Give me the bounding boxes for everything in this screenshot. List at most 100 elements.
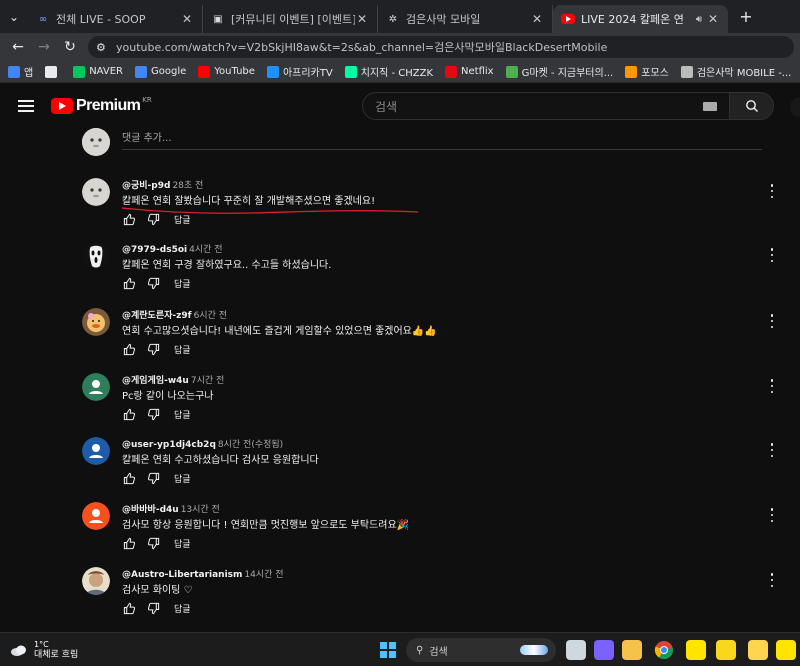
add-comment-row: 댓글 추가...	[82, 128, 782, 158]
like-icon[interactable]	[122, 536, 136, 550]
back-arrow-icon[interactable]: ←	[6, 35, 30, 59]
dislike-icon[interactable]	[146, 276, 160, 290]
reply-button[interactable]: 답글	[174, 343, 191, 356]
dislike-icon[interactable]	[146, 601, 160, 615]
bookmark-afreeca[interactable]: 아프리카TV	[266, 64, 333, 79]
more-options-icon[interactable]	[768, 379, 776, 393]
copilot-icon[interactable]	[594, 640, 614, 660]
reply-button[interactable]: 답글	[174, 213, 191, 226]
youtube-premium-logo[interactable]: Premium KR	[51, 96, 152, 115]
comment-author[interactable]: @궁비-p9d	[122, 181, 170, 191]
more-options-icon[interactable]	[768, 573, 776, 587]
keyboard-icon[interactable]	[703, 101, 717, 111]
site-info-icon[interactable]: ⚙	[96, 41, 110, 54]
tab-search-chevron-icon[interactable]: ⌄	[0, 0, 28, 33]
comment-author[interactable]: @바바바-d4u	[122, 505, 179, 515]
comment-author[interactable]: @계란도른자-z9f	[122, 311, 192, 321]
reply-button[interactable]: 답글	[174, 277, 191, 290]
dislike-icon[interactable]	[146, 471, 160, 485]
weather-temperature: 1°C	[34, 640, 49, 649]
taskbar-search[interactable]: ⚲ 검색	[406, 638, 556, 662]
reload-icon[interactable]: ↻	[58, 35, 82, 59]
like-icon[interactable]	[122, 342, 136, 356]
like-icon[interactable]	[122, 212, 136, 226]
more-options-icon[interactable]	[768, 184, 776, 198]
comment-author[interactable]: @Austro-Libertarianism	[122, 570, 242, 580]
bookmark-grid[interactable]	[45, 65, 61, 78]
comment-author[interactable]: @7979-ds5oi	[122, 245, 187, 255]
windows-start-icon[interactable]	[380, 642, 396, 658]
search-input[interactable]: 검색	[362, 92, 730, 120]
reply-button[interactable]: 답글	[174, 602, 191, 615]
add-comment-input[interactable]: 댓글 추가...	[122, 128, 762, 150]
app-yellow-icon[interactable]	[716, 640, 736, 660]
file-explorer-icon[interactable]	[622, 640, 642, 660]
comment-time[interactable]: 14시간 전	[244, 570, 283, 580]
tab-soop[interactable]: ∞ 전체 LIVE - SOOP ✕	[28, 5, 203, 33]
comment-time[interactable]: 8시간 전(수정됨)	[218, 440, 283, 450]
close-icon[interactable]: ✕	[706, 12, 720, 26]
bookmark-naver[interactable]: NAVER	[73, 65, 123, 78]
more-options-icon[interactable]	[768, 248, 776, 262]
bookmark-google[interactable]: Google	[135, 65, 187, 78]
bookmark-label: Google	[151, 66, 187, 77]
photo-avatar[interactable]	[82, 567, 110, 595]
kakaotalk-icon[interactable]	[686, 640, 706, 660]
bookmark-pearl[interactable]: 검은사막 MOBILE -...	[680, 64, 791, 79]
tab-youtube-live[interactable]: LIVE 2024 칼페온 연 🔊︎ ✕	[553, 5, 728, 33]
default-user-avatar[interactable]	[82, 502, 110, 530]
reply-button[interactable]: 답글	[174, 537, 191, 550]
like-icon[interactable]	[122, 601, 136, 615]
comment-actions: 답글	[122, 407, 191, 421]
reply-button[interactable]: 답글	[174, 408, 191, 421]
task-view-icon[interactable]	[566, 640, 586, 660]
forward-arrow-icon[interactable]: →	[32, 35, 56, 59]
bookmark-gmarket[interactable]: G마켓 - 지금부터의...	[505, 64, 613, 79]
bookmark-chzzk[interactable]: 치지직 - CHZZK	[344, 64, 433, 79]
tab-event[interactable]: ▣ [커뮤니티 이벤트] [이벤트] 2024 ✕	[203, 5, 378, 33]
dislike-icon[interactable]	[146, 212, 160, 226]
ghost-avatar[interactable]	[82, 178, 110, 206]
comment-author[interactable]: @user-yp1dj4cb2q	[122, 440, 216, 450]
scream-mask-avatar[interactable]	[82, 242, 110, 270]
comment-text: 검사모 항상 응원합니다 ! 연회만큼 멋진행보 앞으로도 부탁드려요🎉	[122, 520, 410, 531]
speaker-icon[interactable]: 🔊︎	[692, 14, 706, 25]
duck-avatar[interactable]	[82, 308, 110, 336]
like-icon[interactable]	[122, 276, 136, 290]
comment-author[interactable]: @게임게임-w4u	[122, 376, 189, 386]
comment-time[interactable]: 4시간 전	[189, 245, 222, 255]
comment-time[interactable]: 28초 전	[172, 181, 203, 191]
more-options-icon[interactable]	[768, 508, 776, 522]
default-user-avatar[interactable]	[82, 437, 110, 465]
address-bar[interactable]: ⚙ youtube.com/watch?v=V2bSkjHI8aw&t=2s&a…	[88, 36, 794, 58]
comment-time[interactable]: 6시간 전	[194, 311, 227, 321]
voice-search-button[interactable]	[790, 97, 800, 117]
new-tab-button[interactable]: +	[734, 7, 758, 26]
bookmark-netflix[interactable]: Netflix	[445, 65, 494, 78]
dislike-icon[interactable]	[146, 536, 160, 550]
like-icon[interactable]	[122, 471, 136, 485]
tab-black-desert[interactable]: ✲ 검은사막 모바일 ✕	[378, 5, 553, 33]
weather-description: 대체로 흐림	[34, 650, 79, 660]
menu-icon[interactable]	[18, 97, 34, 115]
close-icon[interactable]: ✕	[180, 12, 194, 26]
weather-widget[interactable]: 1°C 대체로 흐림	[10, 639, 78, 661]
kakao-app-icon[interactable]	[776, 640, 796, 660]
bookmark-youtube[interactable]: YouTube	[198, 65, 255, 78]
reply-button[interactable]: 답글	[174, 472, 191, 485]
more-options-icon[interactable]	[768, 443, 776, 457]
close-icon[interactable]: ✕	[355, 12, 369, 26]
dislike-icon[interactable]	[146, 342, 160, 356]
chrome-icon[interactable]	[654, 640, 674, 660]
default-user-avatar[interactable]	[82, 373, 110, 401]
search-button[interactable]	[730, 92, 774, 120]
comment-time[interactable]: 13시간 전	[181, 505, 220, 515]
bookmark-fomos[interactable]: 포모스	[625, 64, 669, 79]
like-icon[interactable]	[122, 407, 136, 421]
more-options-icon[interactable]	[768, 314, 776, 328]
bookmark-apps[interactable]: 앱	[8, 64, 33, 79]
close-icon[interactable]: ✕	[530, 12, 544, 26]
sticky-notes-icon[interactable]	[748, 640, 768, 660]
dislike-icon[interactable]	[146, 407, 160, 421]
comment-time[interactable]: 7시간 전	[191, 376, 224, 386]
